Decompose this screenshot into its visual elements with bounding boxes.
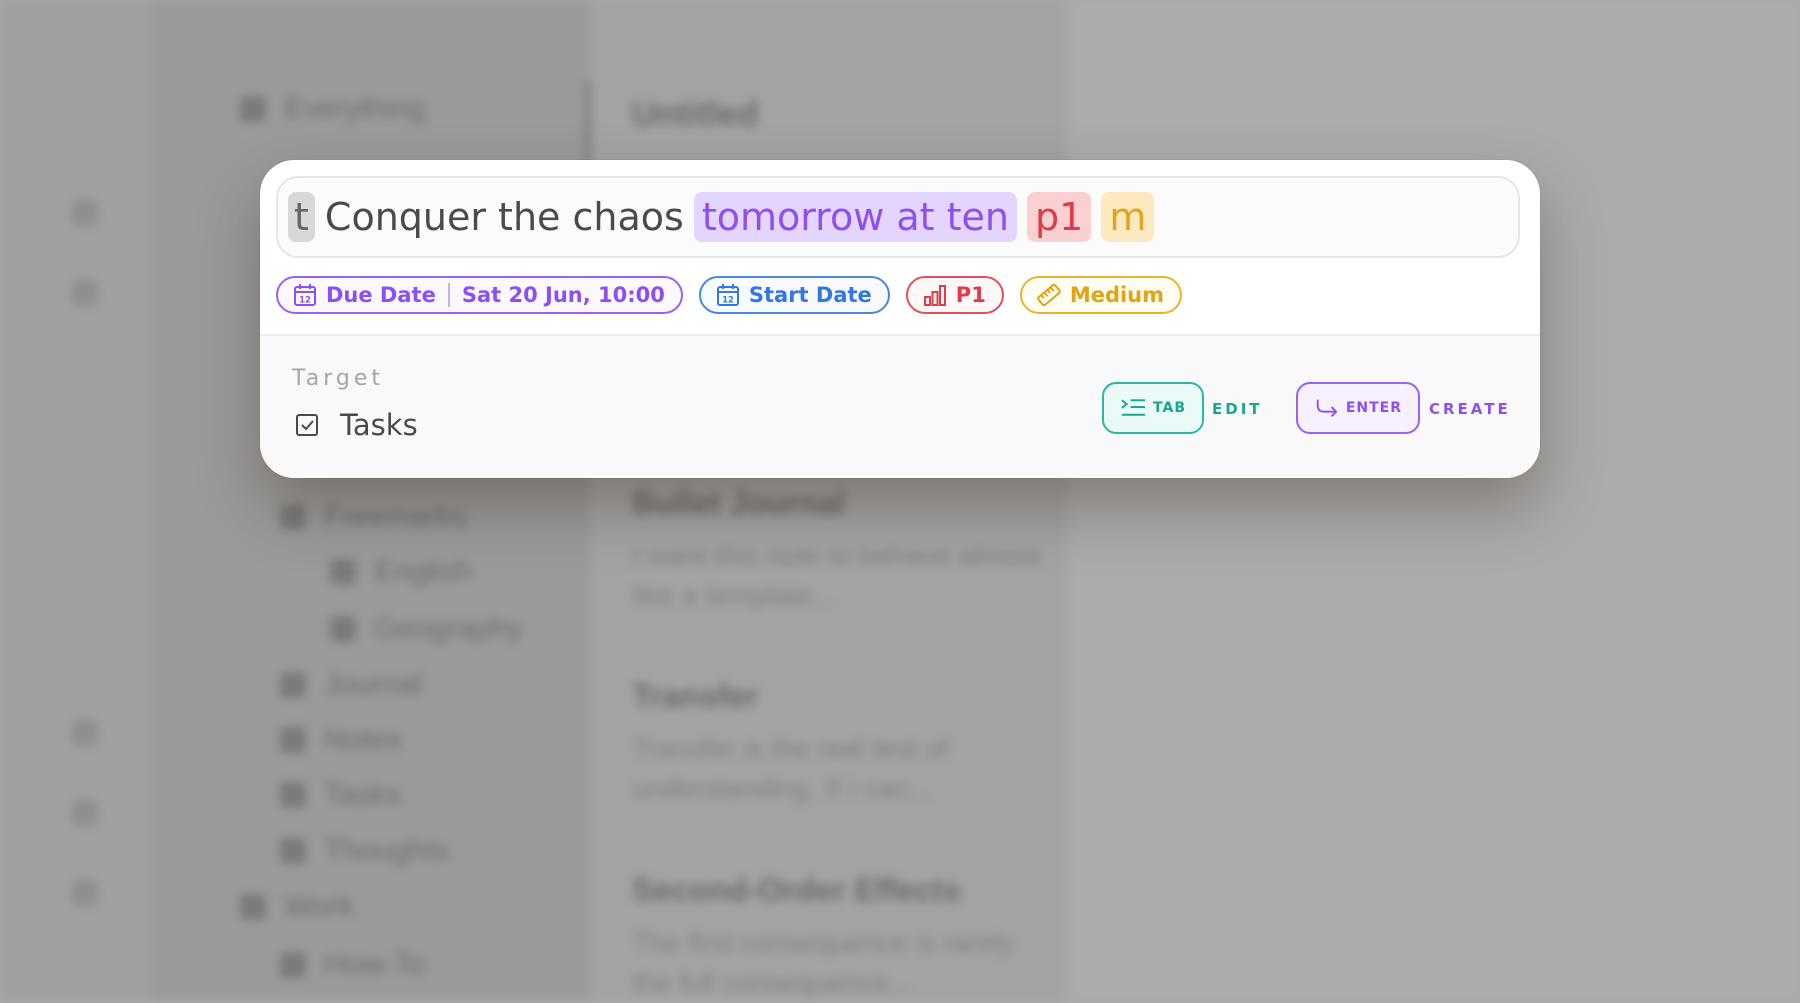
tab-edit-button[interactable]: TAB [1102,382,1204,434]
note-preview: Transfer is the real test of understandi… [632,733,949,804]
effort-label: Medium [1069,283,1165,307]
enter-key-label: ENTER [1345,400,1402,416]
sidebar-item-label: Freemarks [324,500,468,533]
bar-chart-icon [923,285,946,306]
due-date-value: Sat 20 Jun, 10:00 [461,283,665,307]
target-value: Tasks [340,408,418,442]
page-icon [280,952,306,978]
type-prefix-token: t [288,192,315,242]
sidebar-item-freemarks: Freemarks [280,500,467,534]
target-label: Target [292,366,385,391]
journal-icon [280,672,306,698]
tab-key-label: TAB [1153,400,1186,416]
dialog-footer: Target Tasks TAB EDIT ENTER CREATE [260,334,1540,478]
sidebar-item-label: English [374,555,473,588]
folder-icon [240,894,266,920]
property-chips: 12 Due Date Sat 20 Jun, 10:00 12 Start D… [276,276,1183,314]
sidebar-item-label: Journal [324,668,423,701]
create-hint: CREATE [1429,400,1511,418]
note-title: Second-Order Effects [632,872,961,908]
start-date-chip[interactable]: 12 Start Date [698,276,890,314]
help-icon [72,800,98,826]
sidebar-item-everything: Everything [240,92,426,126]
sidebar-item-label: How-To [324,948,426,981]
sidebar-item-label: Everything [284,92,426,125]
collapse-icon [72,880,98,906]
sidebar-item-english: English [330,555,472,589]
effort-token: m [1101,192,1155,242]
note-title: Bullet Journal [632,485,846,521]
background-app: Everything Freemarks English Geography J… [0,0,1800,1000]
search-icon [72,200,98,226]
list-item: Transfer Transfer is the real test of un… [632,678,1042,809]
chip-separator [447,283,450,307]
list-item: Second-Order Effects The first consequen… [632,872,1042,1003]
indent-icon [1121,399,1146,416]
sidebar-item-label: Geography [374,612,523,645]
due-date-chip[interactable]: 12 Due Date Sat 20 Jun, 10:00 [276,276,683,314]
edit-hint: EDIT [1212,400,1263,418]
svg-text:12: 12 [722,296,734,306]
quick-add-input[interactable]: t Conquer the chaos tomorrow at ten p1 m [276,176,1520,258]
checkbox-icon [296,414,318,436]
sidebar-item-journal: Journal [280,668,422,702]
list-heading: Untitled [632,95,759,133]
page-icon [330,559,356,585]
icon-rail [0,0,150,1000]
sidebar-item-work: Work [240,890,353,924]
list-item: Bullet Journal I want this note to behav… [632,485,1042,616]
enter-create-button[interactable]: ENTER [1296,382,1420,434]
priority-label: P1 [955,283,986,307]
sidebar-item-notes: Notes [280,723,402,757]
effort-chip[interactable]: Medium [1019,276,1183,314]
priority-token: p1 [1027,192,1092,242]
svg-text:12: 12 [299,296,311,306]
date-token: tomorrow at ten [693,192,1018,242]
sidebar-item-label: Thoughts [324,834,450,867]
sidebar-item-label: Tasks [324,778,401,811]
home-icon [72,280,98,306]
note-list: Untitled Bullet Journal I want this note… [590,0,1068,1000]
note-preview: I want this note to behave almost like a… [632,540,1042,611]
due-date-label: Due Date [326,283,436,307]
note-preview: The first consequence is rarely the full… [632,927,1014,998]
task-icon [280,782,306,808]
start-date-label: Start Date [748,283,872,307]
calendar-icon: 12 [294,284,316,306]
list-icon [240,96,266,122]
thought-icon [280,838,306,864]
note-title: Transfer [632,678,759,714]
page-icon [330,616,356,642]
sidebar: Everything Freemarks English Geography J… [150,0,590,1000]
empty-area [1068,0,1800,1000]
priority-chip[interactable]: P1 [905,276,1004,314]
quick-add-dialog: t Conquer the chaos tomorrow at ten p1 m… [260,160,1540,478]
sidebar-item-how-to: How-To [280,948,426,982]
sidebar-item-label: Notes [324,723,403,756]
ruler-icon [1036,283,1061,307]
calendar-icon: 12 [716,284,739,306]
title-text: Conquer the chaos [324,195,684,239]
settings-icon [72,720,98,746]
target-selector[interactable]: Tasks [294,408,418,442]
enter-arrow-icon [1316,399,1338,417]
sidebar-item-geography: Geography [330,612,522,646]
sidebar-item-label: Work [284,890,354,923]
sidebar-item-tasks: Tasks [280,778,401,812]
sidebar-item-thoughts: Thoughts [280,834,449,868]
note-icon [280,727,306,753]
folder-icon [280,504,306,530]
